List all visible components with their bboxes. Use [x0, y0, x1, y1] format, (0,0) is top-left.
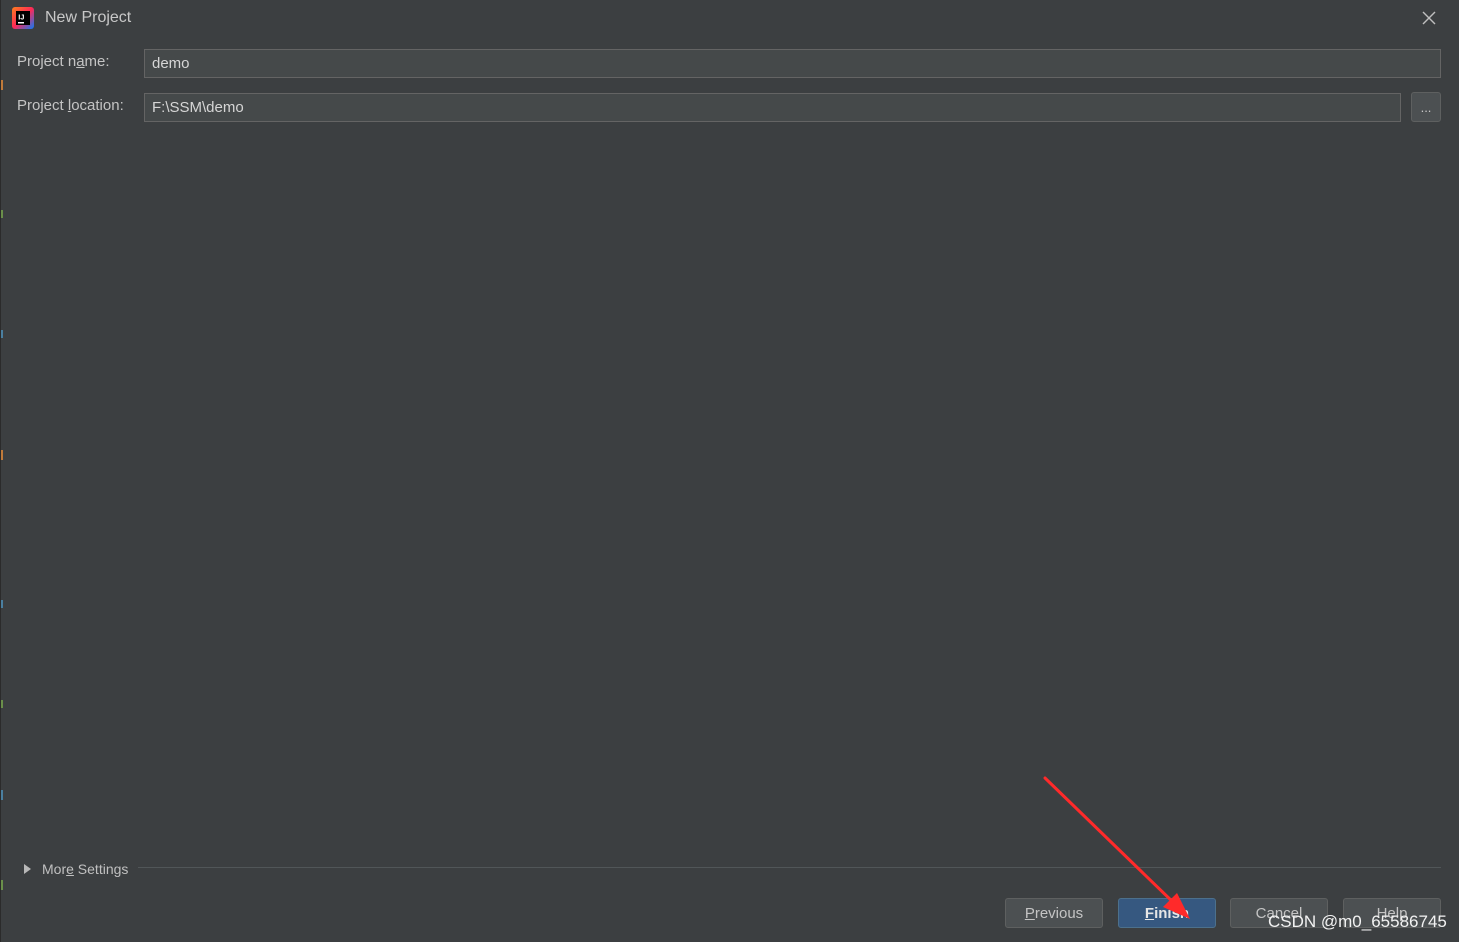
more-settings-divider	[138, 867, 1441, 868]
close-icon	[1422, 11, 1436, 25]
finish-button-mnemonic: F	[1144, 904, 1155, 922]
more-settings-label-mnemonic: e	[66, 861, 74, 877]
previous-button-mnemonic: P	[1024, 904, 1035, 922]
dialog-title: New Project	[45, 9, 132, 26]
project-location-input[interactable]	[144, 93, 1401, 122]
browse-button[interactable]: ...	[1411, 92, 1441, 122]
left-edge-marks	[1, 80, 3, 890]
project-name-label-mnemonic: a	[76, 53, 85, 70]
title-bar: IJ New Project	[1, 0, 1459, 36]
annotation-arrow	[1043, 776, 1190, 919]
triangle-right-icon	[24, 864, 31, 874]
project-name-input[interactable]	[144, 49, 1441, 78]
watermark: CSDN @m0_65586745	[1268, 912, 1447, 931]
more-settings-label-text-2: Settings	[73, 861, 129, 877]
previous-button-label: revious	[1034, 904, 1084, 922]
project-location-label-text-2: ocation:	[71, 97, 124, 114]
more-settings-label-text-1: Mor	[42, 861, 67, 877]
project-name-label-text-1: Project n	[17, 53, 77, 70]
more-settings-toggle[interactable]: More Settings	[21, 858, 128, 880]
project-location-label-text-1: Project	[17, 97, 68, 114]
project-location-label: Project location:	[17, 97, 124, 114]
close-button[interactable]	[1417, 7, 1441, 29]
previous-button[interactable]: Previous	[1005, 898, 1103, 928]
finish-button[interactable]: Finish	[1118, 898, 1216, 928]
project-name-label: Project name:	[17, 53, 110, 70]
intellij-idea-icon: IJ	[12, 7, 34, 29]
svg-text:IJ: IJ	[18, 13, 24, 22]
finish-button-label: inish	[1154, 904, 1190, 922]
new-project-dialog: IJ New Project Project name: Project loc…	[0, 0, 1459, 942]
project-name-label-text-2: me:	[84, 53, 110, 70]
more-settings-label: More Settings	[42, 861, 128, 877]
